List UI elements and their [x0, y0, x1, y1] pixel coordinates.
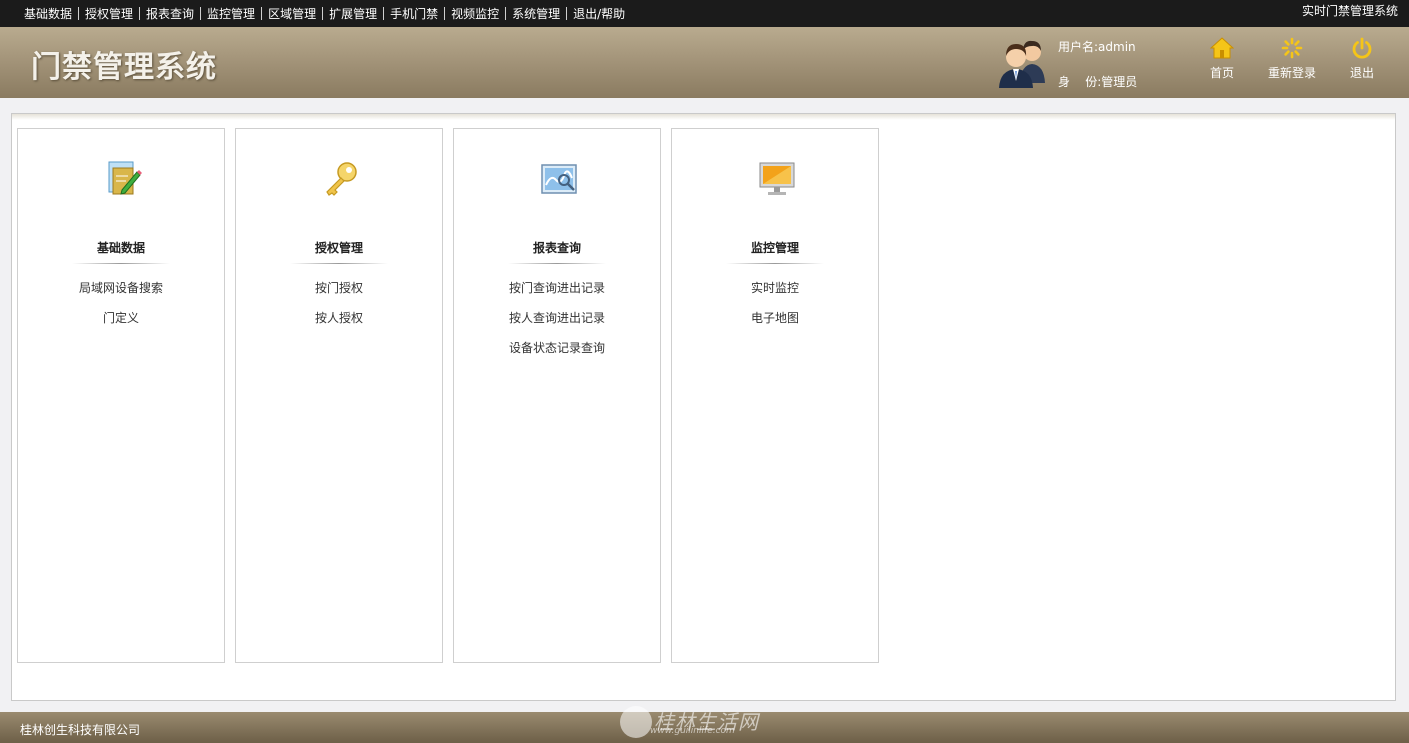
- nav-extension[interactable]: 扩展管理: [323, 5, 383, 22]
- role-label: 身 份:管理员: [1058, 75, 1138, 89]
- module-links: 按门授权 按人授权: [236, 280, 442, 340]
- module-card-reports: 报表查询 按门查询进出记录 按人查询进出记录 设备状态记录查询: [453, 128, 661, 663]
- module-title: 监控管理: [750, 241, 799, 255]
- link-door-definition[interactable]: 门定义: [18, 310, 224, 340]
- monitor-icon: [759, 162, 795, 195]
- nav-monitoring[interactable]: 监控管理: [201, 5, 261, 22]
- home-icon: [1210, 37, 1234, 59]
- module-title: 授权管理: [314, 241, 363, 255]
- home-button[interactable]: 首页: [1192, 37, 1252, 81]
- nav-video[interactable]: 视频监控: [445, 5, 505, 22]
- nav-basic-data[interactable]: 基础数据: [18, 5, 78, 22]
- nav-mobile-access[interactable]: 手机门禁: [384, 5, 444, 22]
- relogin-label: 重新登录: [1267, 66, 1316, 80]
- nav-authorization[interactable]: 授权管理: [79, 5, 139, 22]
- users-avatar-icon: [999, 40, 1045, 88]
- logout-label: 退出: [1349, 66, 1374, 80]
- nav-reports[interactable]: 报表查询: [140, 5, 200, 22]
- edit-document-icon: [108, 161, 142, 195]
- module-title: 报表查询: [532, 241, 581, 255]
- module-links: 按门查询进出记录 按人查询进出记录 设备状态记录查询: [454, 280, 660, 370]
- divider: [290, 263, 388, 264]
- refresh-spinner-icon: [1281, 37, 1303, 59]
- divider: [726, 263, 824, 264]
- nav-area[interactable]: 区域管理: [262, 5, 322, 22]
- watermark-url: www.guilinlife.com: [650, 726, 735, 736]
- chart-report-icon: [541, 164, 577, 194]
- module-links: 局域网设备搜索 门定义: [18, 280, 224, 340]
- key-icon: [326, 162, 357, 196]
- footer: 桂林创生科技有限公司 桂林生活网 www.guilinlife.com: [0, 706, 1409, 743]
- nav-exit-help[interactable]: 退出/帮助: [567, 5, 631, 22]
- home-label: 首页: [1209, 66, 1234, 80]
- top-nav: 基础数据 授权管理 报表查询 监控管理 区域管理 扩展管理 手机门禁 视频监控 …: [18, 0, 631, 27]
- link-lan-device-search[interactable]: 局域网设备搜索: [18, 280, 224, 310]
- link-authorize-by-door[interactable]: 按门授权: [236, 280, 442, 310]
- watermark-logo: 桂林生活网 www.guilinlife.com: [618, 706, 818, 743]
- top-menu-bar: 基础数据 授权管理 报表查询 监控管理 区域管理 扩展管理 手机门禁 视频监控 …: [0, 0, 1409, 27]
- header: 门禁管理系统 用户名:admin 身 份:管理员 首页 重新登录 退出: [0, 27, 1409, 98]
- module-card-authorization: 授权管理 按门授权 按人授权: [235, 128, 443, 663]
- module-links: 实时监控 电子地图: [672, 280, 878, 340]
- username-label: 用户名:admin: [1058, 40, 1136, 54]
- link-device-status-query[interactable]: 设备状态记录查询: [454, 340, 660, 370]
- system-name: 实时门禁管理系统: [1301, 4, 1398, 18]
- link-authorize-by-person[interactable]: 按人授权: [236, 310, 442, 340]
- module-card-basic-data: 基础数据 局域网设备搜索 门定义: [17, 128, 225, 663]
- watermark-circle-icon: [620, 706, 652, 738]
- logout-button[interactable]: 退出: [1332, 37, 1392, 81]
- module-title: 基础数据: [96, 241, 145, 255]
- power-icon: [1352, 37, 1372, 59]
- link-electronic-map[interactable]: 电子地图: [672, 310, 878, 340]
- link-query-by-person[interactable]: 按人查询进出记录: [454, 310, 660, 340]
- module-card-monitoring: 监控管理 实时监控 电子地图: [671, 128, 879, 663]
- relogin-button[interactable]: 重新登录: [1262, 37, 1322, 81]
- divider: [72, 263, 170, 264]
- link-realtime-monitoring[interactable]: 实时监控: [672, 280, 878, 310]
- app-title: 门禁管理系统: [31, 50, 217, 85]
- divider: [508, 263, 606, 264]
- link-query-by-door[interactable]: 按门查询进出记录: [454, 280, 660, 310]
- main-panel: 基础数据 局域网设备搜索 门定义 授权管理 按门授权 按人授权 报表查询 按门查…: [11, 113, 1396, 701]
- company-name: 桂林创生科技有限公司: [20, 723, 141, 737]
- nav-system[interactable]: 系统管理: [506, 5, 566, 22]
